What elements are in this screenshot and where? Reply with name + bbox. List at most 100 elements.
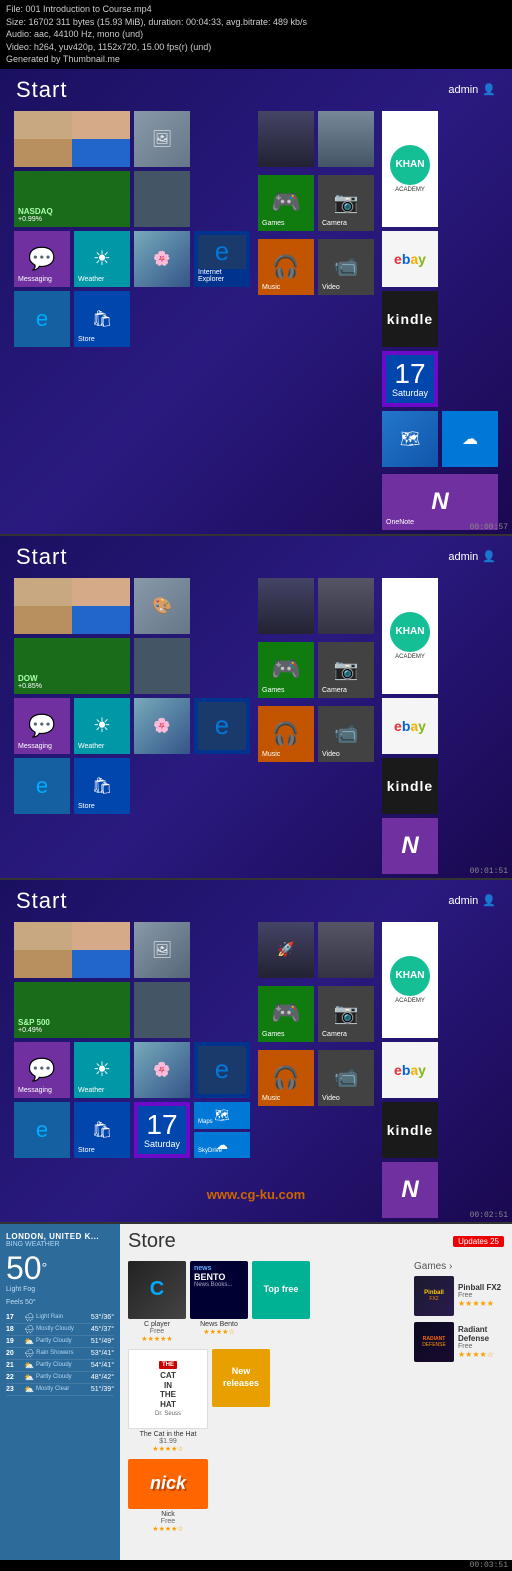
user-icon-1: 👤 (482, 83, 496, 96)
flowers-tile-1[interactable]: 🌸 (134, 231, 190, 287)
onenote-tile-1[interactable]: N OneNote (382, 474, 498, 530)
maps-tile-1[interactable]: 🗺 Maps (382, 411, 438, 467)
file-info-line3: Audio: aac, 44100 Hz, mono (und) (6, 28, 506, 41)
dow-tile-2[interactable]: DOW +0.85% (14, 638, 130, 694)
cat-hat-stars: ★★★★☆ (152, 1445, 183, 1453)
ie-tile-1b[interactable]: e (14, 291, 70, 347)
maps-tile-3[interactable]: 🗺 Maps (194, 1102, 250, 1129)
new-releases-tile[interactable]: New releases (212, 1349, 270, 1407)
people-tile-2[interactable]: Christian / Mingle (14, 578, 130, 634)
file-info-line2: Size: 16702 311 bytes (15.93 MiB), durat… (6, 16, 506, 29)
flowers-tile-3[interactable]: 🌸 (134, 1042, 190, 1098)
khan-tile-3[interactable]: KHAN ACADEMY (382, 922, 438, 1038)
store-row-2: THE CATINTHEHAT Dr. Seuss The Cat in the… (128, 1349, 408, 1453)
weather-tile-3[interactable]: ☀ Weather (74, 1042, 130, 1098)
headphones-tile-3[interactable]: 🎧 Music (258, 1050, 314, 1106)
top-free-label: Top free (264, 1284, 299, 1296)
khan-tile-2[interactable]: KHAN ACADEMY (382, 578, 438, 694)
photo-news-3[interactable]: Egypt opens... (134, 982, 190, 1038)
file-info-bar: File: 001 Introduction to Course.mp4 Siz… (0, 0, 512, 69)
sp500-tile-3[interactable]: S&P 500 +0.49% (14, 982, 130, 1038)
store-tile-1[interactable]: 🛍 Store (74, 291, 130, 347)
pinball-fx2-item[interactable]: Pinball FX2 Pinball FX2 Free ★★★★★ (414, 1276, 504, 1316)
c-player-tile[interactable]: C (128, 1261, 186, 1319)
ie-tile-3[interactable]: e (194, 1042, 250, 1098)
video-tile-1[interactable]: 📹 Video (318, 239, 374, 295)
budapest-tile-1[interactable]: Budapest, Hungary (318, 111, 374, 167)
weather-source: BING WEATHER (6, 1241, 114, 1248)
xbox-tile-1[interactable]: 🎮 Games (258, 175, 314, 231)
cal-tile-3[interactable]: 17 Saturday (134, 1102, 190, 1158)
trending-tile-3[interactable]: Trending (318, 922, 374, 978)
kindle-tile-1[interactable]: kindle (382, 291, 438, 347)
radiant-defense-icon[interactable]: RADIANT DEFENSE (414, 1322, 454, 1362)
khan-tile-1[interactable]: KHAN ACADEMY (382, 111, 438, 227)
video-tile-2[interactable]: 📹 Video (318, 706, 374, 762)
ie-tile-3b[interactable]: e (14, 1102, 70, 1158)
headphones-tile-2[interactable]: 🎧 Music (258, 706, 314, 762)
skydrive-tile-3[interactable]: ☁ SkyDrive (194, 1132, 250, 1158)
cal-tile-1[interactable]: 17 Saturday (382, 351, 438, 407)
ebay-tile-2[interactable]: ebay (382, 698, 438, 754)
sports-tile-2[interactable]: FOX Sports... (258, 578, 314, 634)
ebay-tile-1[interactable]: ebay (382, 231, 438, 287)
nick-label: Nick (161, 1511, 175, 1518)
news-bento-item[interactable]: news BENTO News Books... News Bento ★★★★… (190, 1261, 248, 1343)
store-tile-3[interactable]: 🛍 Store (74, 1102, 130, 1158)
headphones-tile-1[interactable]: 🎧 Music (258, 239, 314, 295)
admin-label-2: admin (448, 551, 478, 563)
rocket-tile-3[interactable]: 🚀 (258, 922, 314, 978)
camera-tile-3[interactable]: 📷 Camera (318, 986, 374, 1042)
top-free-tile[interactable]: Top free (252, 1261, 310, 1319)
updates-badge[interactable]: Updates 25 (453, 1236, 504, 1247)
skydrive-tile-1[interactable]: ☁ SkyDrive (442, 411, 498, 467)
onenote-tile-2[interactable]: N (382, 818, 438, 874)
photos-tile-3[interactable]: 🖼 Photos (134, 922, 190, 978)
people-tile-1[interactable]: SeniorPeopleMeet... (14, 111, 130, 167)
photo-news-2[interactable]: Egypt opens... (134, 638, 190, 694)
weather-unit: ° (42, 1260, 48, 1276)
admin-bar-3: admin 👤 (448, 894, 496, 907)
store-right-section: Games › Pinball FX2 Pinball FX2 Free (414, 1261, 504, 1533)
kindle-tile-3[interactable]: kindle (382, 1102, 438, 1158)
msg-tile-1[interactable]: 💬 Messaging (14, 231, 70, 287)
cat-hat-tile[interactable]: THE CATINTHEHAT Dr. Seuss (128, 1349, 208, 1429)
xbox-tile-3[interactable]: 🎮 Games (258, 986, 314, 1042)
xbox-tile-2[interactable]: 🎮 Games (258, 642, 314, 698)
sports-tile-1[interactable]: FOX Sports... (258, 111, 314, 167)
weather-tile-2[interactable]: ☀ Weather (74, 698, 130, 754)
photo-news-1[interactable]: Egypt opens... (134, 171, 190, 227)
radiant-defense-price: Free (458, 1343, 504, 1350)
ie-tile-1[interactable]: e Internet Explorer (194, 231, 250, 287)
cat-hat-item[interactable]: THE CATINTHEHAT Dr. Seuss The Cat in the… (128, 1349, 208, 1453)
pinball-fx2-icon[interactable]: Pinball FX2 (414, 1276, 454, 1316)
flowers-tile-2[interactable]: 🌸 (134, 698, 190, 754)
news-bento-tile[interactable]: news BENTO News Books... (190, 1261, 248, 1319)
camera-tile-2[interactable]: 📷 Camera (318, 642, 374, 698)
msg-tile-3[interactable]: 💬 Messaging (14, 1042, 70, 1098)
ie-tile-2b[interactable]: e (14, 758, 70, 814)
nick-tile[interactable]: nick (128, 1459, 208, 1509)
store-header: Store Updates 25 (128, 1230, 504, 1253)
nasdaq-tile-1[interactable]: NASDAQ +0.99% (14, 171, 130, 227)
radiant-defense-item[interactable]: RADIANT DEFENSE Radiant Defense Free ★★★… (414, 1322, 504, 1362)
msg-tile-2[interactable]: 💬 Messaging (14, 698, 70, 754)
file-info-line1: File: 001 Introduction to Course.mp4 (6, 3, 506, 16)
trending-tile-2[interactable]: Trending (318, 578, 374, 634)
onenote-tile-3[interactable]: N (382, 1162, 438, 1218)
photos-tile-1a[interactable]: 🖼 Photos (134, 111, 190, 167)
video-tile-3[interactable]: 📹 Video (318, 1050, 374, 1106)
photos-tile-2[interactable]: 🎨 Photos (134, 578, 190, 634)
c-player-item[interactable]: C C player Free ★★★★★ (128, 1261, 186, 1343)
weather-tile-1[interactable]: ☀ Weather (74, 231, 130, 287)
forecast-row-18: 18 🌧 Mostly Cloudy 45°/37° (6, 1324, 114, 1336)
ebay-tile-3[interactable]: ebay (382, 1042, 438, 1098)
nick-item[interactable]: nick Nick Free ★★★★☆ (128, 1459, 208, 1533)
camera-tile-1[interactable]: 📷 Camera (318, 175, 374, 231)
weather-panel: LONDON, UNITED K... BING WEATHER 50° Lig… (0, 1224, 120, 1560)
store-tile-2[interactable]: 🛍 Store (74, 758, 130, 814)
games-section-title[interactable]: Games › (414, 1261, 504, 1272)
kindle-tile-2[interactable]: kindle (382, 758, 438, 814)
people-tile-3[interactable]: Christian / Mingle (14, 922, 130, 978)
ie-tile-2[interactable]: e (194, 698, 250, 754)
